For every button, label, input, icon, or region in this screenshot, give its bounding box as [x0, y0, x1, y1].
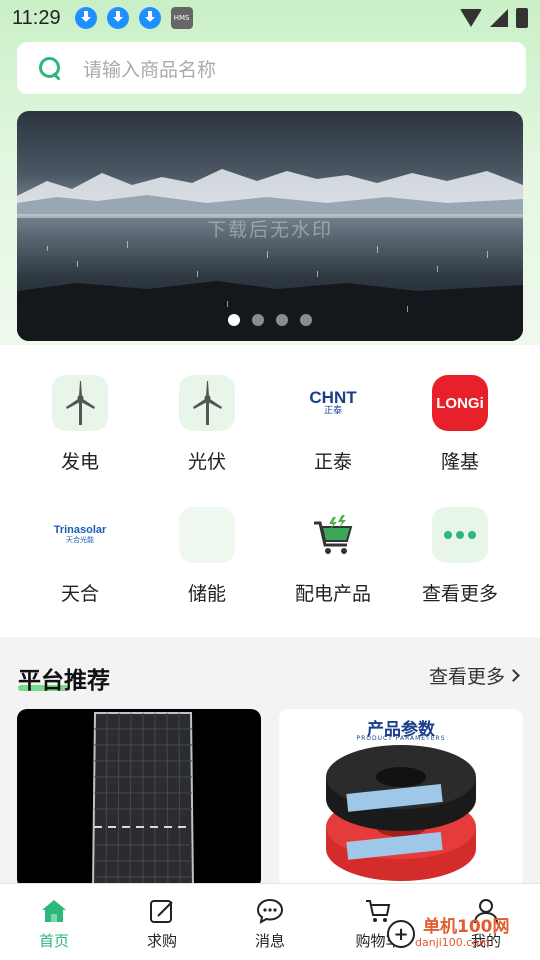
- recommend-section: 平台推荐 查看更多 产品参数 PRODUCT PARAMETERS: [0, 637, 540, 889]
- pagination-dot[interactable]: [252, 314, 264, 326]
- category-label: 正泰: [313, 451, 352, 473]
- search-icon: [37, 55, 63, 81]
- signal-icon: [490, 9, 508, 27]
- banner-carousel[interactable]: 下载后无水印: [17, 111, 523, 341]
- nav-label: 首页: [38, 932, 69, 950]
- banner-pagination: [17, 314, 523, 326]
- shopping-cart-icon: [305, 507, 361, 563]
- wifi-icon: [460, 9, 482, 27]
- banner-watermark: 下载后无水印: [206, 219, 333, 241]
- wind-turbine-icon: [52, 375, 108, 431]
- search-placeholder: 请输入商品名称: [83, 58, 217, 81]
- site-watermark: + 单机100网 danji100.com: [387, 912, 510, 956]
- category-label: 光伏: [187, 451, 226, 473]
- product-card[interactable]: [17, 709, 261, 889]
- hms-icon: HMS: [170, 7, 193, 29]
- watermark-logo-icon: +: [387, 920, 415, 948]
- watermark-text: 单机100网: [423, 916, 510, 937]
- pagination-dot[interactable]: [228, 314, 240, 326]
- category-item-pv[interactable]: 光伏: [144, 375, 270, 474]
- nav-messages[interactable]: 消息: [216, 884, 324, 960]
- status-time: 11:29: [12, 6, 61, 29]
- download-icon: [106, 7, 129, 29]
- nav-label: 消息: [254, 932, 285, 950]
- nav-home[interactable]: 首页: [0, 884, 108, 960]
- home-icon: [41, 898, 67, 924]
- category-label: 发电: [60, 451, 99, 473]
- download-icon: [74, 7, 97, 29]
- category-label: 储能: [187, 583, 226, 605]
- more-dots-icon: [432, 507, 488, 563]
- product-card[interactable]: 产品参数 PRODUCT PARAMETERS: [279, 709, 523, 889]
- watermark-text-group: 单机100网 danji100.com: [415, 916, 510, 950]
- category-label: 天合: [60, 583, 99, 605]
- category-label: 配电产品: [294, 583, 371, 605]
- category-item-chint[interactable]: CHNT 正泰 正泰: [270, 375, 396, 474]
- chat-icon: [256, 898, 284, 924]
- pagination-dot[interactable]: [276, 314, 288, 326]
- category-grid: 发电 光伏 CHNT 正泰 正泰 LONGi 隆基 Trinasolar 天合光…: [0, 345, 540, 637]
- category-item-distribution[interactable]: 配电产品: [270, 507, 396, 606]
- category-label: 隆基: [440, 451, 479, 473]
- category-item-more[interactable]: 查看更多: [397, 507, 523, 606]
- category-item-power[interactable]: 发电: [17, 375, 143, 474]
- pagination-dot[interactable]: [300, 314, 312, 326]
- status-bar: 11:29 HMS: [0, 0, 540, 36]
- category-item-longi[interactable]: LONGi 隆基: [397, 375, 523, 474]
- section-title: 平台推荐: [18, 668, 110, 694]
- solar-panel-image: [91, 712, 195, 889]
- search-input[interactable]: 请输入商品名称: [17, 42, 526, 94]
- nav-label: 求购: [146, 932, 177, 950]
- download-icon: [138, 7, 161, 29]
- category-label: 查看更多: [421, 583, 498, 605]
- chevron-right-icon: [507, 669, 520, 682]
- category-item-trina[interactable]: Trinasolar 天合光能 天合: [17, 507, 143, 606]
- storage-icon: [179, 507, 235, 563]
- category-item-storage[interactable]: 储能: [144, 507, 270, 606]
- product-param-subtitle: PRODUCT PARAMETERS: [356, 735, 446, 742]
- view-more-label: 查看更多: [428, 666, 505, 688]
- view-more-link[interactable]: 查看更多: [428, 662, 520, 689]
- wind-turbine-icon: [179, 375, 235, 431]
- nav-purchase[interactable]: 求购: [108, 884, 216, 960]
- battery-icon: [516, 8, 528, 28]
- longi-logo-icon: LONGi: [432, 375, 488, 431]
- chint-logo-icon: CHNT 正泰: [309, 388, 357, 417]
- watermark-sub: danji100.com: [415, 936, 490, 950]
- edit-icon: [149, 898, 175, 924]
- trina-logo-icon: Trinasolar 天合光能: [53, 523, 107, 544]
